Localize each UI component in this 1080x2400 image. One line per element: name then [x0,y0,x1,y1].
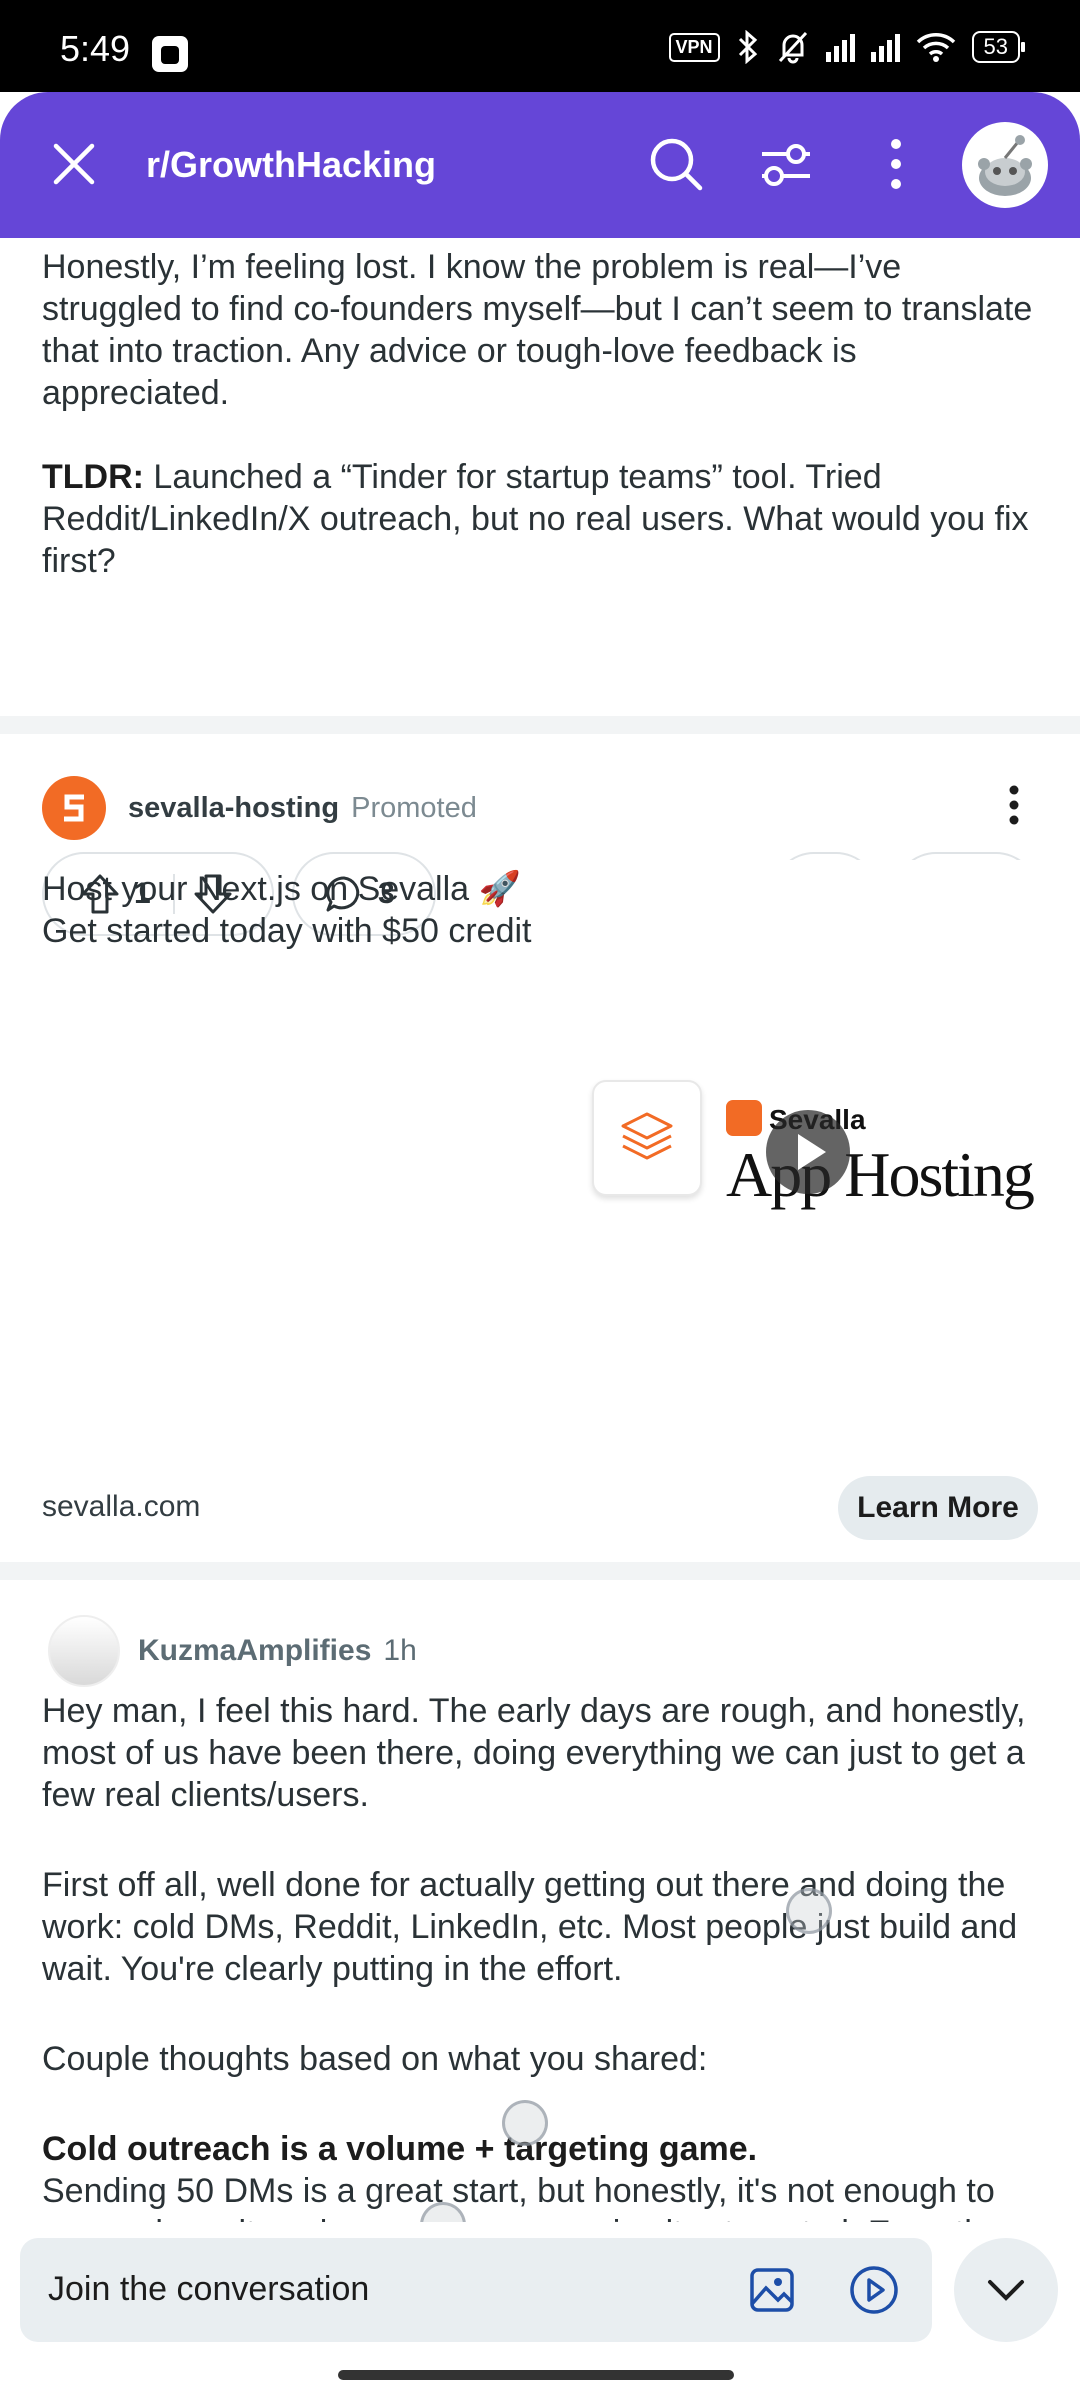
comment-composer-bar: Join the conversation [0,2222,1080,2400]
comment-header: KuzmaAmplifies 1h [48,1615,417,1687]
learn-more-button[interactable]: Learn More [838,1476,1038,1540]
content-scroll[interactable]: Honestly, I’m feeling lost. I know the p… [0,238,1080,2400]
post-tldr: TLDR: Launched a “Tinder for startup tea… [42,456,1038,582]
chevron-down-icon [988,2280,1024,2301]
comment-bold-heading: Cold outreach is a volume + targeting ga… [42,2130,758,2168]
status-icons: VPN 53 [668,30,1026,64]
subreddit-title[interactable]: r/GrowthHacking [146,144,436,186]
subreddit-header: r/GrowthHacking [0,92,1080,238]
collapse-button[interactable] [954,2238,1058,2342]
image-icon[interactable] [744,2262,800,2318]
touch-indicator [786,1888,832,1934]
status-time: 5:49 [60,28,131,69]
comment-paragraph: Hey man, I feel this hard. The early day… [42,1692,1026,1814]
comment-paragraph: Couple thoughts based on what you shared… [42,2040,708,2078]
comment-time: 1h [383,1634,417,1667]
advertiser-logo[interactable] [42,776,106,840]
search-icon[interactable] [644,132,708,196]
wifi-icon [916,33,955,62]
home-indicator[interactable] [338,2370,734,2380]
post-body: Honestly, I’m feeling lost. I know the p… [0,238,1080,582]
close-icon[interactable] [44,134,104,194]
ad-headline[interactable]: Host your Next.js on Sevalla 🚀 Get start… [42,868,542,952]
bluetooth-icon [738,30,757,64]
avatar[interactable] [48,1615,120,1687]
section-divider [0,716,1080,734]
comment-input-placeholder: Join the conversation [48,2270,370,2308]
battery-icon: 53 [971,31,1026,63]
ad-more-icon[interactable] [1008,785,1020,825]
comment-author[interactable]: KuzmaAmplifies [138,1634,371,1668]
snoo-avatar-icon [978,135,1032,196]
ad-header: sevalla-hosting Promoted [42,773,1038,843]
layers-icon [621,1112,673,1160]
sevalla-brand-icon [726,1100,762,1136]
signal-1-icon [825,32,855,62]
user-avatar[interactable] [962,122,1048,208]
comment-paragraph: First off all, well done for actually ge… [42,1866,1018,1988]
promoted-label: Promoted [351,791,477,824]
ad-footer: sevalla.com Learn More [42,1476,1038,1540]
ad-app-card [592,1080,702,1196]
signal-2-icon [870,32,900,62]
sevalla-logo-icon [64,794,84,822]
advertiser-name[interactable]: sevalla-hosting [128,792,339,825]
touch-indicator [502,2100,548,2146]
notification-app-icon [152,36,188,72]
post-paragraph: Honestly, I’m feeling lost. I know the p… [42,248,1033,412]
status-bar: 5:49 VPN 53 [0,0,1080,92]
vpn-icon: VPN [668,32,720,62]
mute-bell-icon [778,31,807,64]
section-divider [0,1562,1080,1580]
ad-domain[interactable]: sevalla.com [42,1490,200,1524]
tldr-text: Launched a “Tinder for startup teams” to… [42,458,1029,580]
play-icon[interactable] [766,1110,850,1194]
comment-input[interactable]: Join the conversation [20,2238,932,2342]
tldr-label: TLDR: [42,458,144,496]
more-vertical-icon[interactable] [864,132,928,196]
ad-video[interactable]: Sevalla App Hosting [566,860,1038,1460]
filter-icon[interactable] [754,132,818,196]
video-icon[interactable] [846,2262,902,2318]
